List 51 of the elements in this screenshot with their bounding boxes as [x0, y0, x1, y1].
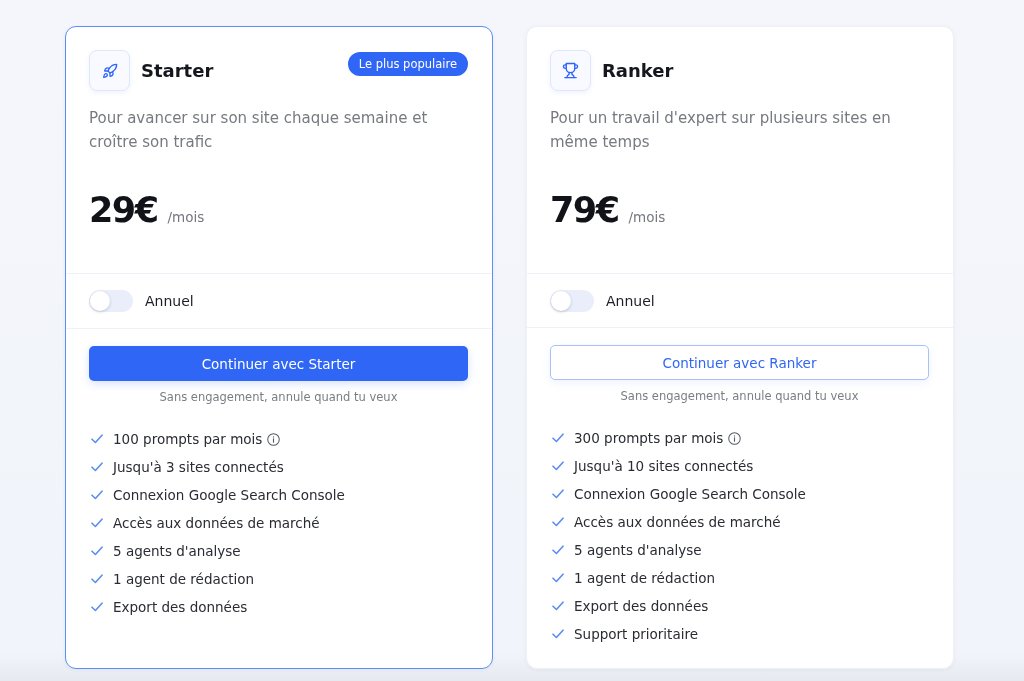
feature-text: 1 agent de rédaction: [574, 570, 716, 586]
feature-text: 300 prompts par mois: [574, 430, 724, 446]
check-icon: [91, 602, 103, 612]
check-icon: [552, 433, 564, 443]
check-icon: [552, 461, 564, 471]
feature-text: 5 agents d'analyse: [574, 542, 702, 558]
price-period: /mois: [167, 209, 205, 225]
check-icon: [552, 629, 564, 639]
feature-text: Connexion Google Search Console: [113, 487, 345, 503]
feature-text: Export des données: [113, 599, 248, 615]
feature-text: Export des données: [574, 598, 709, 614]
check-icon: [91, 574, 103, 584]
continue-button[interactable]: Continuer avec Ranker: [550, 345, 929, 380]
plan-description: Pour un travail d'expert sur plusieurs sites en même temps: [550, 108, 892, 153]
check-icon: [91, 490, 103, 500]
feature-text: Accès aux données de marché: [574, 514, 781, 530]
feature-text: Support prioritaire: [574, 626, 698, 642]
feature-text: Jusqu'à 10 sites connectés: [574, 458, 754, 474]
plan-description: Pour avancer sur son site chaque semaine et croître son trafic: [89, 108, 429, 153]
check-icon: [91, 518, 103, 528]
price-period: /mois: [628, 209, 666, 225]
price: 79€: [550, 189, 619, 232]
toggle-label: Annuel: [145, 293, 194, 309]
feature-text: 100 prompts par mois: [113, 431, 263, 447]
feature-text: Connexion Google Search Console: [574, 486, 806, 502]
feature-text: Jusqu'à 3 sites connectés: [113, 459, 284, 475]
annual-toggle[interactable]: [550, 289, 594, 312]
feature-text: Accès aux données de marché: [113, 515, 320, 531]
toggle-label: Annuel: [606, 292, 655, 309]
plan-title: Starter: [141, 60, 214, 81]
popular-badge: Le plus populaire: [347, 52, 468, 76]
rocket-icon: [89, 50, 130, 91]
info-icon[interactable]: [267, 432, 281, 446]
check-icon: [552, 545, 564, 555]
check-icon: [91, 434, 103, 444]
cancellation-note: Sans engagement, annule quand tu veux: [158, 390, 399, 405]
price: 29€: [89, 189, 158, 232]
annual-toggle[interactable]: [89, 290, 133, 312]
trophy-icon: [550, 50, 591, 91]
check-icon: [91, 546, 103, 556]
check-icon: [91, 462, 103, 472]
check-icon: [552, 601, 564, 611]
info-icon[interactable]: [728, 431, 742, 445]
check-icon: [552, 517, 564, 527]
plan-title: Ranker: [602, 60, 674, 81]
feature-text: 1 agent de rédaction: [113, 571, 255, 587]
cancellation-note: Sans engagement, annule quand tu veux: [619, 389, 860, 404]
continue-button[interactable]: Continuer avec Starter: [89, 346, 468, 381]
feature-text: 5 agents d'analyse: [113, 543, 241, 559]
check-icon: [552, 573, 564, 583]
check-icon: [552, 489, 564, 499]
